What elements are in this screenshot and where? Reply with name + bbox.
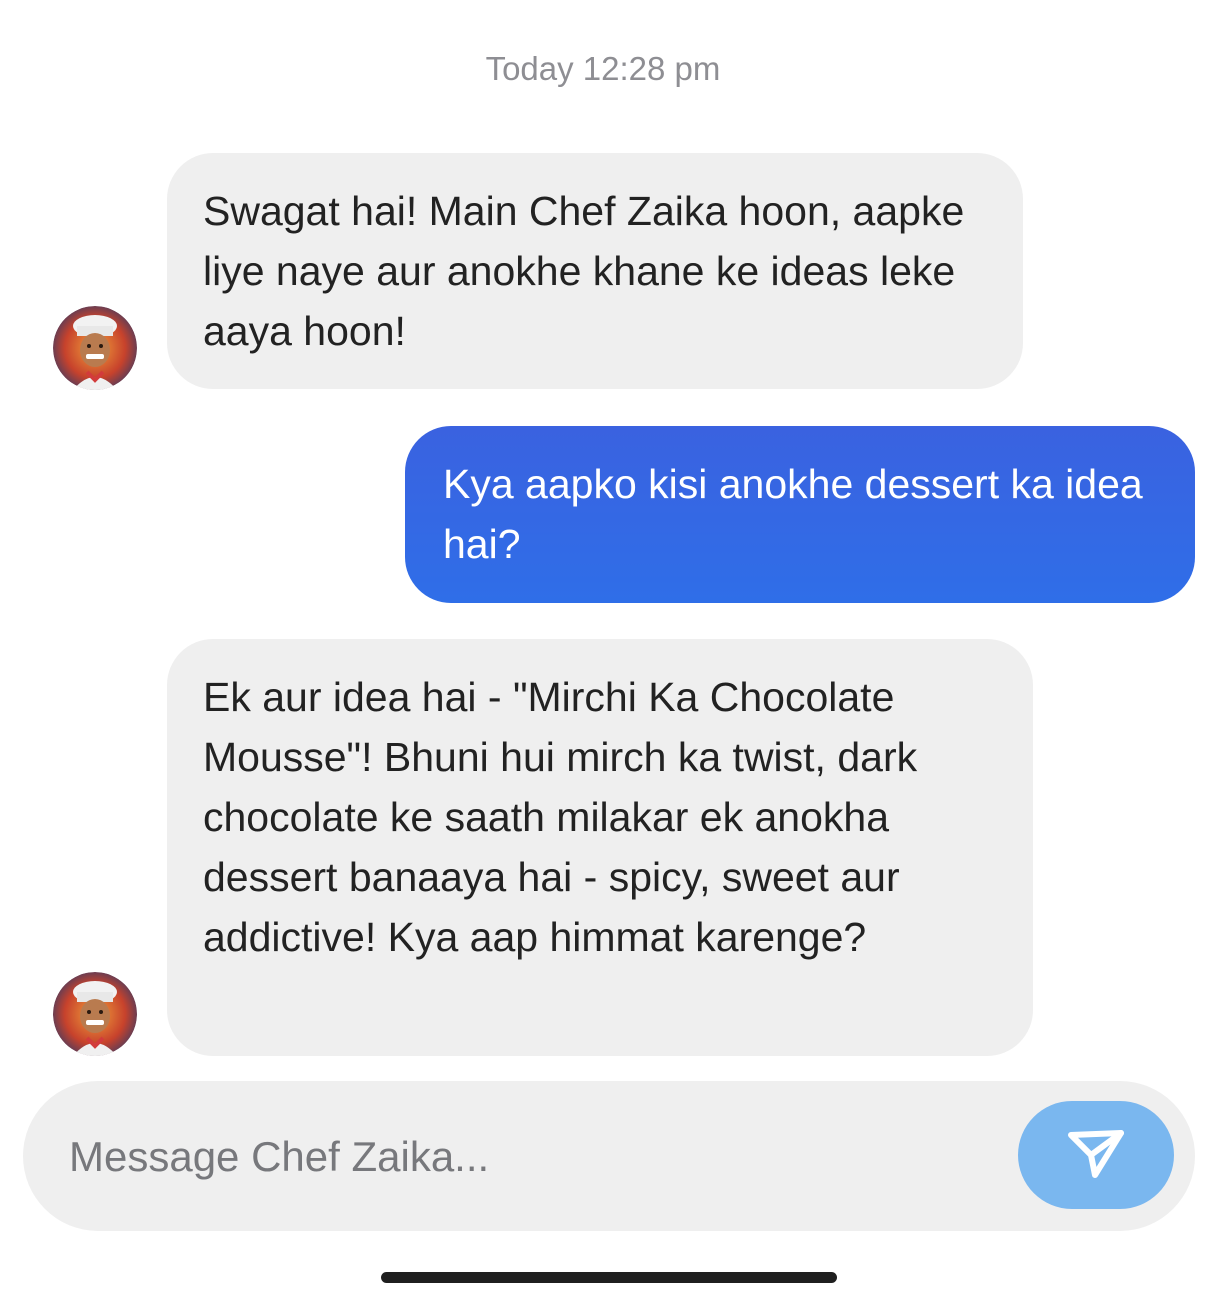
chat-timestamp: Today 12:28 pm xyxy=(485,50,721,87)
send-icon xyxy=(1067,1127,1125,1184)
chef-avatar-icon[interactable] xyxy=(53,306,137,390)
bot-message-bubble: Ek aur idea hai - "Mirchi Ka Chocolate M… xyxy=(167,639,1033,1056)
user-message-bubble: Kya aapko kisi anokhe dessert ka idea ha… xyxy=(405,426,1195,603)
bot-message-bubble: Swagat hai! Main Chef Zaika hoon, aapke … xyxy=(167,153,1023,389)
message-input[interactable] xyxy=(67,1119,971,1195)
message-composer xyxy=(23,1081,1195,1231)
send-button[interactable] xyxy=(1018,1101,1174,1209)
chat-screen: Today 12:28 pm Swagat hai! Main Chef Zai… xyxy=(0,0,1206,1300)
home-indicator[interactable] xyxy=(381,1272,837,1283)
chef-avatar-icon[interactable] xyxy=(53,972,137,1056)
